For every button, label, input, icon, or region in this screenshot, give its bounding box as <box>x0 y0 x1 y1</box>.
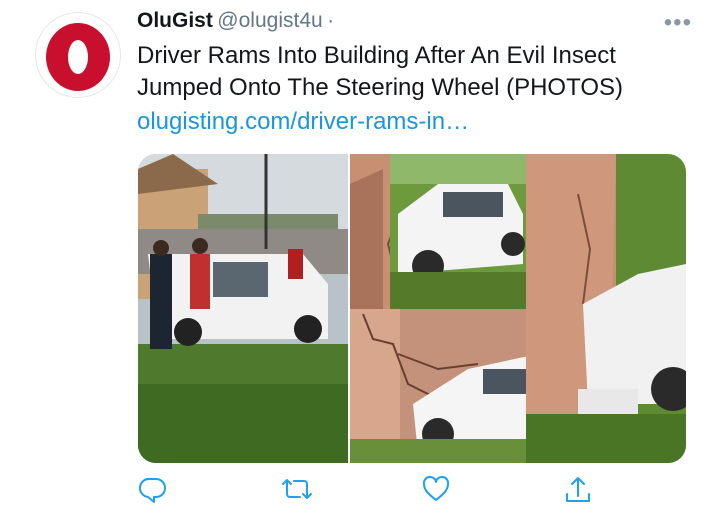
separator-dot: · <box>327 9 335 32</box>
more-options-icon[interactable]: ••• <box>664 9 692 37</box>
tweet-link[interactable]: olugisting.com/driver-rams-in… <box>137 108 469 136</box>
photo-car-impact[interactable] <box>526 154 686 463</box>
tweet-media[interactable] <box>138 154 686 463</box>
tweet-actions <box>138 474 608 510</box>
photo-crowd-car[interactable] <box>138 154 348 463</box>
retweet-icon <box>282 479 312 499</box>
heart-icon <box>422 475 450 501</box>
reply-icon <box>139 477 166 503</box>
avatar[interactable] <box>36 13 120 97</box>
reply-button[interactable] <box>138 474 172 508</box>
retweet-button[interactable] <box>280 474 314 508</box>
like-button[interactable] <box>421 474 455 508</box>
olugist-logo <box>46 23 110 91</box>
author-handle[interactable]: @olugist4u <box>217 9 322 32</box>
share-icon <box>566 477 590 502</box>
tweet-header: OluGist @olugist4u · ••• <box>137 9 692 41</box>
share-button[interactable] <box>563 474 597 508</box>
photo-wall-crack[interactable] <box>350 309 538 463</box>
author-name[interactable]: OluGist <box>137 9 213 32</box>
photo-car-field[interactable] <box>390 154 538 309</box>
tweet-text: Driver Rams Into Building After An Evil … <box>137 42 623 101</box>
